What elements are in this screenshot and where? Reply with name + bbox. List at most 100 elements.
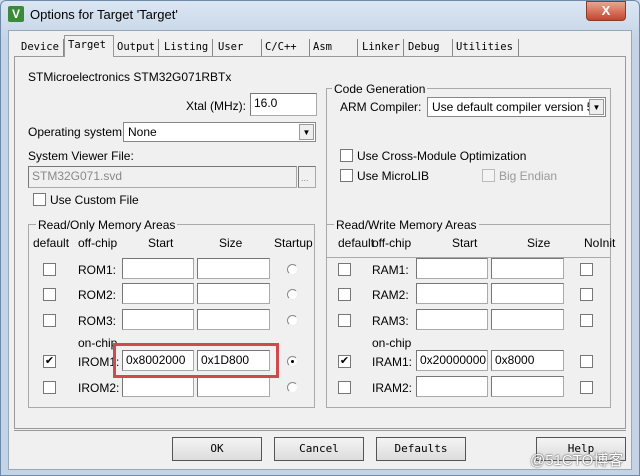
startup-radio[interactable] xyxy=(287,289,298,300)
rom-row-default-checkbox[interactable]: ✔ xyxy=(43,355,56,368)
rom-group-title: Read/Only Memory Areas xyxy=(36,218,178,232)
svf-input[interactable]: STM32G071.svd xyxy=(28,166,297,188)
rom-row-size-input[interactable] xyxy=(197,376,270,397)
ram-header-4: NoInit xyxy=(584,236,616,250)
ram-header-1: off-chip xyxy=(372,236,412,250)
big-endian-label: Big Endian xyxy=(499,169,558,183)
rom-row-label: ROM3: xyxy=(78,314,117,328)
ram-row-label: RAM1: xyxy=(372,263,409,277)
ram-row-label: RAM3: xyxy=(372,314,409,328)
rom-row-start-input[interactable] xyxy=(122,283,194,304)
rom-row-label: IROM2: xyxy=(78,381,120,395)
rom-header-0: default xyxy=(33,236,70,250)
rom-row-default-checkbox[interactable] xyxy=(43,288,56,301)
ram-row-default-checkbox[interactable] xyxy=(338,314,351,327)
ram-row-size-input[interactable] xyxy=(491,258,564,279)
rom-header-4: Startup xyxy=(274,236,313,250)
microlib-checkbox[interactable] xyxy=(340,169,353,182)
cross-module-checkbox[interactable] xyxy=(340,149,353,162)
tab-utilities[interactable]: Utilities xyxy=(453,39,519,56)
noinit-checkbox[interactable] xyxy=(580,263,593,276)
ram-row-start-input[interactable] xyxy=(416,258,488,279)
microlib-label: Use MicroLIB xyxy=(357,169,430,183)
tab-debug[interactable]: Debug xyxy=(405,39,453,56)
window-title: Options for Target 'Target' xyxy=(30,7,178,22)
arm-compiler-select[interactable]: Use default compiler version 5 ▼ xyxy=(427,97,606,117)
use-custom-file-label: Use Custom File xyxy=(50,193,139,207)
ram-row-label: IRAM1: xyxy=(372,355,413,369)
ram-on-chip-label: on-chip xyxy=(372,336,412,350)
ram-row-default-checkbox[interactable] xyxy=(338,263,351,276)
cancel-button[interactable]: Cancel xyxy=(274,437,364,461)
rom-on-chip-label: on-chip xyxy=(78,336,118,350)
ram-header-2: Start xyxy=(452,236,478,250)
defaults-button[interactable]: Defaults xyxy=(376,437,466,461)
xtal-input[interactable]: 16.0 xyxy=(250,93,317,116)
ram-row-start-input[interactable] xyxy=(416,309,488,330)
rom-row-label: ROM1: xyxy=(78,263,117,277)
rom-header-3: Size xyxy=(219,236,243,250)
ram-row-start-input[interactable] xyxy=(416,376,488,397)
noinit-checkbox[interactable] xyxy=(580,314,593,327)
code-generation-title: Code Generation xyxy=(332,82,428,96)
tab-cc[interactable]: C/C++ xyxy=(262,39,310,56)
os-label: Operating system: xyxy=(28,125,126,139)
noinit-checkbox[interactable] xyxy=(580,355,593,368)
rom-row-size-input[interactable] xyxy=(197,283,270,304)
close-button[interactable]: X xyxy=(586,1,626,21)
ram-row-default-checkbox[interactable] xyxy=(338,381,351,394)
ram-row-default-checkbox[interactable]: ✔ xyxy=(338,355,351,368)
compiler-value: Use default compiler version 5 xyxy=(432,100,594,114)
tab-output[interactable]: Output xyxy=(114,39,159,56)
startup-radio[interactable] xyxy=(287,264,298,275)
arm-compiler-label: ARM Compiler: xyxy=(340,100,422,114)
rom-row-default-checkbox[interactable] xyxy=(43,263,56,276)
watermark: @51CTO博客 xyxy=(530,452,624,469)
ram-group-title: Read/Write Memory Areas xyxy=(334,218,479,232)
rom-header-1: off-chip xyxy=(78,236,118,250)
tab-device[interactable]: Device xyxy=(18,39,64,56)
startup-radio[interactable] xyxy=(287,315,298,326)
tab-linker[interactable]: Linker xyxy=(359,39,404,56)
ram-row-size-input[interactable] xyxy=(491,309,564,330)
tab-asm[interactable]: Asm xyxy=(310,39,358,56)
svf-label: System Viewer File: xyxy=(28,149,134,163)
ram-row-size-input[interactable]: 0x8000 xyxy=(491,350,564,371)
highlight-box xyxy=(113,343,279,378)
keil-icon: V xyxy=(8,6,24,22)
os-value: None xyxy=(128,125,157,139)
rom-row-size-input[interactable] xyxy=(197,309,270,330)
ram-header-0: default xyxy=(338,236,375,250)
rom-row-default-checkbox[interactable] xyxy=(43,314,56,327)
rom-row-start-input[interactable] xyxy=(122,258,194,279)
ram-header-3: Size xyxy=(527,236,551,250)
use-custom-file-checkbox[interactable] xyxy=(33,193,46,206)
ok-button[interactable]: OK xyxy=(172,437,262,461)
cross-module-label: Use Cross-Module Optimization xyxy=(357,149,527,163)
rom-row-start-input[interactable] xyxy=(122,376,194,397)
tab-user[interactable]: User xyxy=(215,39,262,56)
ram-row-size-input[interactable] xyxy=(491,376,564,397)
divider xyxy=(14,430,626,431)
os-select[interactable]: None ▼ xyxy=(123,122,316,142)
big-endian-checkbox[interactable] xyxy=(482,169,495,182)
ram-row-start-input[interactable]: 0x20000000 xyxy=(416,350,488,371)
noinit-checkbox[interactable] xyxy=(580,288,593,301)
startup-radio[interactable] xyxy=(287,382,298,393)
ram-row-start-input[interactable] xyxy=(416,283,488,304)
rom-header-2: Start xyxy=(148,236,174,250)
ram-row-label: IRAM2: xyxy=(372,381,413,395)
ram-row-default-checkbox[interactable] xyxy=(338,288,351,301)
rom-row-size-input[interactable] xyxy=(197,258,270,279)
noinit-checkbox[interactable] xyxy=(580,381,593,394)
tab-target[interactable]: Target xyxy=(64,35,114,57)
startup-radio[interactable] xyxy=(287,356,298,367)
rom-row-default-checkbox[interactable] xyxy=(43,381,56,394)
rom-row-start-input[interactable] xyxy=(122,309,194,330)
ram-row-size-input[interactable] xyxy=(491,283,564,304)
ram-row-label: RAM2: xyxy=(372,288,409,302)
chevron-down-icon: ▼ xyxy=(299,124,314,140)
svf-browse-button[interactable]: ... xyxy=(298,166,316,188)
device-name: STMicroelectronics STM32G071RBTx xyxy=(28,70,232,84)
tab-listing[interactable]: Listing xyxy=(161,39,213,56)
